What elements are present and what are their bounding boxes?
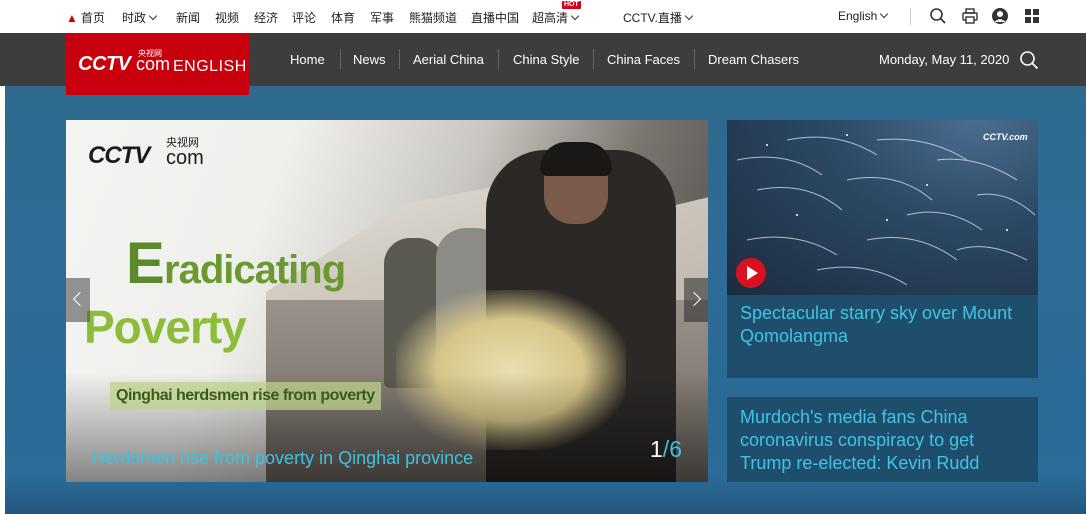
top-link-label: 熊猫频道 bbox=[409, 11, 458, 25]
language-selector[interactable]: English bbox=[838, 9, 889, 23]
slide-caption-link[interactable]: Herdsmen rise from poverty in Qinghai pr… bbox=[92, 448, 473, 469]
star-trails-image bbox=[736, 134, 1036, 286]
slider-prev-button[interactable] bbox=[66, 278, 90, 322]
chevron-down-icon bbox=[684, 11, 694, 21]
chevron-down-icon bbox=[880, 9, 889, 19]
logo-brand-com: com bbox=[136, 54, 171, 74]
top-link-label: 时政 bbox=[122, 11, 147, 25]
nav-item-dream-chasers[interactable]: Dream Chasers bbox=[708, 52, 799, 67]
nav-item-aerial-china[interactable]: Aerial China bbox=[413, 52, 484, 67]
logo-brand: CCTV bbox=[78, 53, 131, 75]
top-link-economy[interactable]: 经济 bbox=[254, 9, 278, 26]
grid-icon[interactable] bbox=[1023, 7, 1041, 25]
chevron-left-icon bbox=[72, 291, 88, 307]
watermark-brand-com: com bbox=[166, 147, 204, 169]
nav-separator bbox=[498, 49, 499, 69]
card-title-link[interactable]: Spectacular starry sky over Mount Qomola… bbox=[740, 302, 1030, 348]
top-link-video[interactable]: 视频 bbox=[215, 9, 239, 26]
home-icon: ▲ bbox=[66, 11, 78, 25]
topbar-divider bbox=[910, 8, 911, 25]
top-link-label: 体育 bbox=[331, 11, 356, 25]
language-label: English bbox=[838, 9, 878, 23]
nav-separator bbox=[340, 49, 341, 69]
card-thumbnail: CCTV.com bbox=[727, 120, 1038, 295]
top-link-panda[interactable]: 熊猫频道 bbox=[409, 9, 457, 26]
play-icon[interactable] bbox=[736, 258, 766, 288]
nav-item-china-faces[interactable]: China Faces bbox=[607, 52, 680, 67]
top-link-cctv-live[interactable]: CCTV.直播 bbox=[623, 9, 694, 26]
slide-counter: 1/6 bbox=[650, 436, 682, 463]
search-icon[interactable] bbox=[929, 7, 947, 25]
top-link-live-china[interactable]: 直播中国 bbox=[471, 9, 519, 26]
slide-image-hair bbox=[540, 142, 612, 176]
user-icon[interactable] bbox=[991, 7, 1009, 25]
top-link-label: 军事 bbox=[370, 11, 395, 25]
print-icon[interactable] bbox=[961, 7, 979, 25]
top-link-label: 新闻 bbox=[176, 11, 201, 25]
top-link-label: 直播中国 bbox=[471, 11, 520, 25]
hot-badge: HOT bbox=[562, 1, 581, 9]
slide-headline-line2: Poverty bbox=[84, 301, 247, 353]
top-link-news[interactable]: 新闻 bbox=[176, 9, 200, 26]
current-date: Monday, May 11, 2020 bbox=[879, 52, 1010, 67]
slide-headline-line1: radicating bbox=[164, 248, 346, 292]
top-link-sports[interactable]: 体育 bbox=[331, 9, 355, 26]
slide-subheadline: Qinghai herdsmen rise from poverty bbox=[110, 382, 381, 410]
chevron-down-icon bbox=[148, 11, 158, 21]
slider-next-button[interactable] bbox=[684, 278, 708, 322]
side-card-article[interactable]: Murdoch's media fans China coronavirus c… bbox=[727, 397, 1038, 482]
nav-separator bbox=[593, 49, 594, 69]
top-link-label: CCTV.直播 bbox=[623, 11, 682, 25]
slide-current: 1 bbox=[650, 436, 663, 462]
watermark-brand: CCTV bbox=[88, 142, 150, 169]
top-link-label: 超高清 bbox=[532, 11, 569, 25]
site-logo[interactable]: CCTV 央视网 com ENGLISH bbox=[66, 33, 249, 95]
nav-separator bbox=[399, 49, 400, 69]
top-link-military[interactable]: 军事 bbox=[370, 9, 394, 26]
top-link-opinion[interactable]: 评论 bbox=[292, 9, 316, 26]
top-utility-bar: ▲ 首页 时政 新闻 视频 经济 评论 体育 军事 熊猫频道 直播中国 HOT 超… bbox=[0, 0, 1086, 33]
top-link-uhd[interactable]: HOT 超高清 bbox=[532, 1, 581, 26]
card-watermark-logo: CCTV.com bbox=[983, 132, 1028, 142]
top-link-label: 视频 bbox=[215, 11, 240, 25]
slide-headline-initial: E bbox=[126, 231, 165, 296]
main-navbar: CCTV 央视网 com ENGLISH Home News Aerial Ch… bbox=[0, 33, 1086, 95]
slide-watermark-logo: CCTV 央视网 com bbox=[88, 134, 218, 174]
nav-item-news[interactable]: News bbox=[353, 52, 386, 67]
nav-separator bbox=[694, 49, 695, 69]
top-link-home[interactable]: ▲ 首页 bbox=[66, 9, 105, 26]
side-card-video[interactable]: CCTV.com Spectacular starry sky over Mou… bbox=[727, 120, 1038, 378]
top-link-label: 经济 bbox=[254, 11, 279, 25]
slide-total: 6 bbox=[669, 436, 682, 462]
top-link-label: 评论 bbox=[292, 11, 317, 25]
top-link-label: 首页 bbox=[80, 11, 105, 25]
hero-slider[interactable]: CCTV 央视网 com E radicating Poverty Qingha… bbox=[66, 120, 708, 482]
logo-channel: ENGLISH bbox=[173, 58, 247, 75]
card-title-link[interactable]: Murdoch's media fans China coronavirus c… bbox=[740, 406, 1030, 475]
top-link-politics[interactable]: 时政 bbox=[122, 9, 158, 26]
nav-item-china-style[interactable]: China Style bbox=[513, 52, 579, 67]
nav-item-home[interactable]: Home bbox=[290, 52, 325, 67]
search-icon[interactable] bbox=[1019, 50, 1039, 70]
chevron-right-icon bbox=[686, 291, 702, 307]
chevron-down-icon bbox=[570, 11, 580, 21]
